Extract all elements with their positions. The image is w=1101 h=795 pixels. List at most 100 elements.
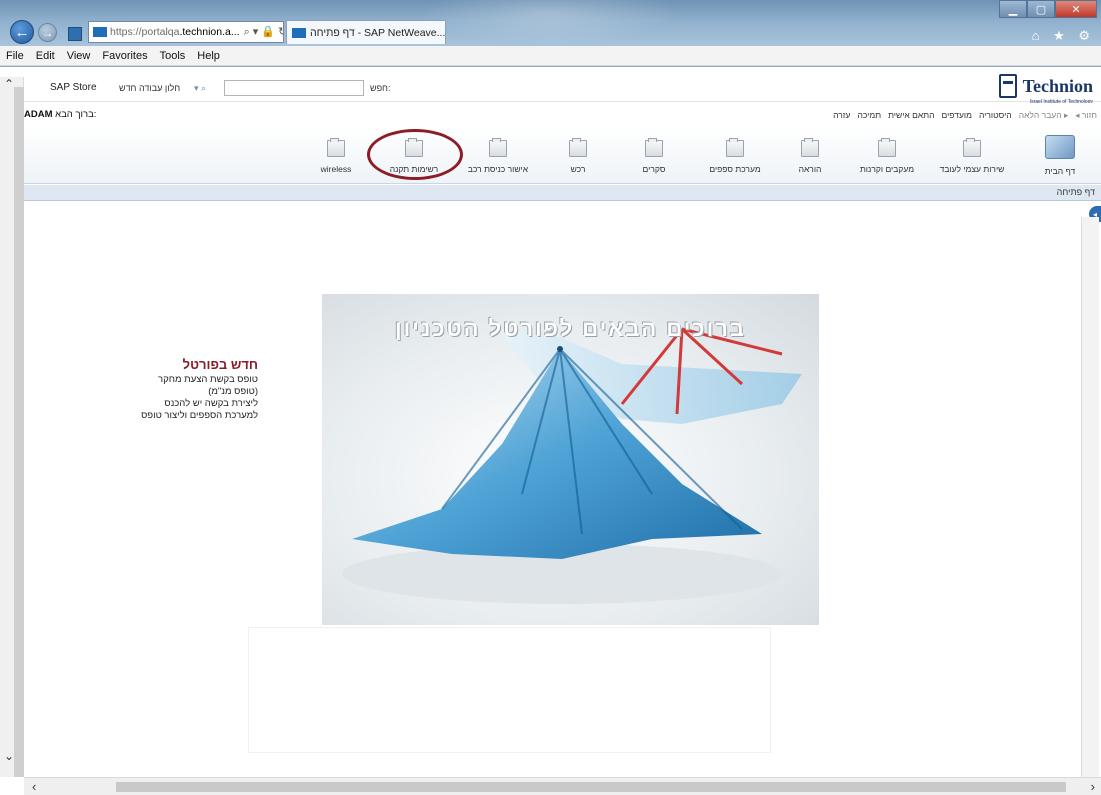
sap-favicon-icon xyxy=(93,27,107,37)
content-area: חדש בפורטל טופס בקשת הצעת מחקר (טופס מנ"… xyxy=(24,201,1080,776)
tab-title: דף פתיחה - SAP NetWeave... xyxy=(310,26,446,39)
titlebar-glow xyxy=(420,0,680,46)
highlight-circle xyxy=(367,129,463,180)
site-grid-icon[interactable] xyxy=(68,27,82,41)
scroll-up-icon[interactable]: ⌃ xyxy=(4,77,14,91)
nav-item-teaching[interactable]: הוראה xyxy=(772,134,848,182)
technion-emblem-icon xyxy=(998,74,1017,98)
menu-tools[interactable]: Tools xyxy=(160,50,186,62)
nav-item-label: שירות עצמי לעובד xyxy=(939,164,1005,174)
browser-titlebar: ← → https://portalqa .technion.a... ⌕ ▾ 🔒… xyxy=(0,0,1101,46)
forward-button[interactable]: → xyxy=(38,23,57,42)
horizontal-scrollbar[interactable]: ‹ › xyxy=(24,777,1101,795)
back-button[interactable]: ← xyxy=(10,20,34,44)
search-input[interactable] xyxy=(224,80,364,96)
search-dropdown-icon[interactable]: ▾ ⌕ xyxy=(194,83,206,94)
history-link[interactable]: היסטוריה xyxy=(979,110,1012,121)
url-host-muted: portalqa xyxy=(141,26,180,38)
nav-item-label: הוראה xyxy=(798,164,822,174)
folder-icon xyxy=(645,138,663,157)
scrollbar-thumb[interactable] xyxy=(116,782,1066,792)
tab-close-icon[interactable]: × xyxy=(445,27,446,39)
nav-item-employee-self-service[interactable]: שירות עצמי לעובד xyxy=(934,134,1010,182)
news-line: ליצירת בקשה יש להכנס xyxy=(164,398,258,409)
minimize-button[interactable]: ▁ xyxy=(999,0,1027,18)
scrollbar-thumb[interactable] xyxy=(14,87,24,777)
back-link[interactable]: ◂ חזור xyxy=(1075,110,1097,121)
inner-vertical-scrollbar[interactable] xyxy=(1081,217,1099,777)
scroll-right-icon[interactable]: › xyxy=(1091,779,1095,794)
technion-logo[interactable]: Technion Israel Institute of Technology xyxy=(998,74,1093,105)
welcome-user: ADAM xyxy=(24,109,53,120)
address-bar[interactable]: https://portalqa .technion.a... ⌕ ▾ 🔒 ↻ xyxy=(88,21,284,43)
news-line: למערכת הספפים וליצור טופס xyxy=(141,410,258,421)
sap-subheader: ADAM ברוך הבא: עזרה תמיכה התאם אישית מוע… xyxy=(24,103,1101,127)
nav-item-home[interactable]: דף הבית xyxy=(1022,134,1098,182)
nav-item-grants[interactable]: מעקבים וקרנות xyxy=(849,134,925,182)
news-panel: חדש בפורטל טופס בקשת הצעת מחקר (טופס מנ"… xyxy=(138,357,258,422)
forward-arrow-icon: → xyxy=(41,25,54,40)
welcome-message: ADAM ברוך הבא: xyxy=(24,109,96,120)
news-line: (טופס מנ"מ) xyxy=(208,386,258,397)
folder-icon xyxy=(327,138,345,157)
close-window-button[interactable]: ✕ xyxy=(1055,0,1097,18)
folder-icon xyxy=(878,138,896,157)
nav-item-label: רכש xyxy=(570,164,586,174)
menu-favorites[interactable]: Favorites xyxy=(102,50,147,62)
url-scheme: https:// xyxy=(110,26,142,38)
maximize-button[interactable]: ▢ xyxy=(1027,0,1055,18)
menu-view[interactable]: View xyxy=(67,50,91,62)
sap-store-link[interactable]: SAP Store xyxy=(50,82,97,93)
menu-file[interactable]: File xyxy=(6,50,24,62)
nav-item-purchasing[interactable]: רכש xyxy=(540,134,616,182)
scroll-left-icon[interactable]: ‹ xyxy=(32,779,36,794)
folder-icon xyxy=(963,138,981,157)
tab-active[interactable]: דף פתיחה - SAP NetWeave... × xyxy=(286,20,446,44)
search-label: חפש: xyxy=(370,83,391,93)
outer-vertical-scrollbar[interactable]: ⌃ ⌄ xyxy=(0,77,24,777)
header-nav-links: עזרה תמיכה התאם אישית מועדפים היסטוריה ה… xyxy=(833,110,1097,121)
menu-bar: File Edit View Favorites Tools Help xyxy=(0,46,1101,66)
window-controls: ▁ ▢ ✕ xyxy=(999,0,1097,18)
new-window-link[interactable]: חלון עבודה חדש xyxy=(119,83,180,93)
folder-icon xyxy=(801,138,819,157)
nav-item-label: מערכת ספפים xyxy=(709,164,761,174)
nav-item-wireless[interactable]: wireless xyxy=(298,134,374,182)
news-link[interactable]: טופס בקשת הצעת מחקר xyxy=(138,374,258,386)
url-host: .technion.a... xyxy=(179,26,240,38)
folder-icon xyxy=(569,138,587,157)
nav-item-label: אישור כניסת רכב xyxy=(467,164,529,174)
breadcrumb: דף פתיחה xyxy=(24,185,1101,201)
home-favorites-settings-icons[interactable]: ⌂ ★ ⚙ xyxy=(1032,28,1095,44)
nav-item-label: דף הבית xyxy=(1044,166,1076,176)
nav-item-suppliers[interactable]: מערכת ספפים xyxy=(697,134,773,182)
nav-item-surveys[interactable]: סקרים xyxy=(616,134,692,182)
menu-help[interactable]: Help xyxy=(197,50,220,62)
scroll-down-icon[interactable]: ⌄ xyxy=(4,749,14,763)
address-tools-icons[interactable]: ⌕ ▾ 🔒 ↻ xyxy=(244,25,283,39)
welcome-prefix: ברוך הבא: xyxy=(55,109,97,120)
nav-item-vehicle-entry[interactable]: אישור כניסת רכב xyxy=(460,134,536,182)
back-arrow-icon: ← xyxy=(14,23,30,41)
support-link[interactable]: תמיכה xyxy=(858,110,882,121)
news-title: חדש בפורטל xyxy=(182,357,258,372)
help-link[interactable]: עזרה xyxy=(833,110,850,121)
personalize-link[interactable]: התאם אישית xyxy=(888,110,934,121)
browser-viewport: ⌃ ⌄ SAP Store חלון עבודה חדש ▾ ⌕ חפש: Te… xyxy=(0,67,1101,795)
logo-text: Technion xyxy=(1022,75,1093,96)
umbrella-illustration xyxy=(342,327,802,604)
nav-item-label: סקרים xyxy=(642,164,666,174)
nav-item-label: wireless xyxy=(320,164,352,174)
menu-edit[interactable]: Edit xyxy=(36,50,55,62)
sap-favicon-icon xyxy=(292,27,306,38)
forward-link[interactable]: העבר הלאה ▸ xyxy=(1019,110,1069,121)
nav-item-label: מעקבים וקרנות xyxy=(859,164,915,174)
folder-icon xyxy=(489,138,507,157)
home-page-icon xyxy=(1045,135,1075,159)
folder-icon xyxy=(726,138,744,157)
breadcrumb-current[interactable]: דף פתיחה xyxy=(1057,187,1095,197)
empty-content-panel xyxy=(249,628,770,752)
top-level-navigation: wireless רשימות תקנה אישור כניסת רכב רכש… xyxy=(24,128,1101,184)
favorites-link[interactable]: מועדפים xyxy=(942,110,972,121)
banner-headline: ברוכים הבאים לפורטל הטכניון xyxy=(394,316,747,341)
